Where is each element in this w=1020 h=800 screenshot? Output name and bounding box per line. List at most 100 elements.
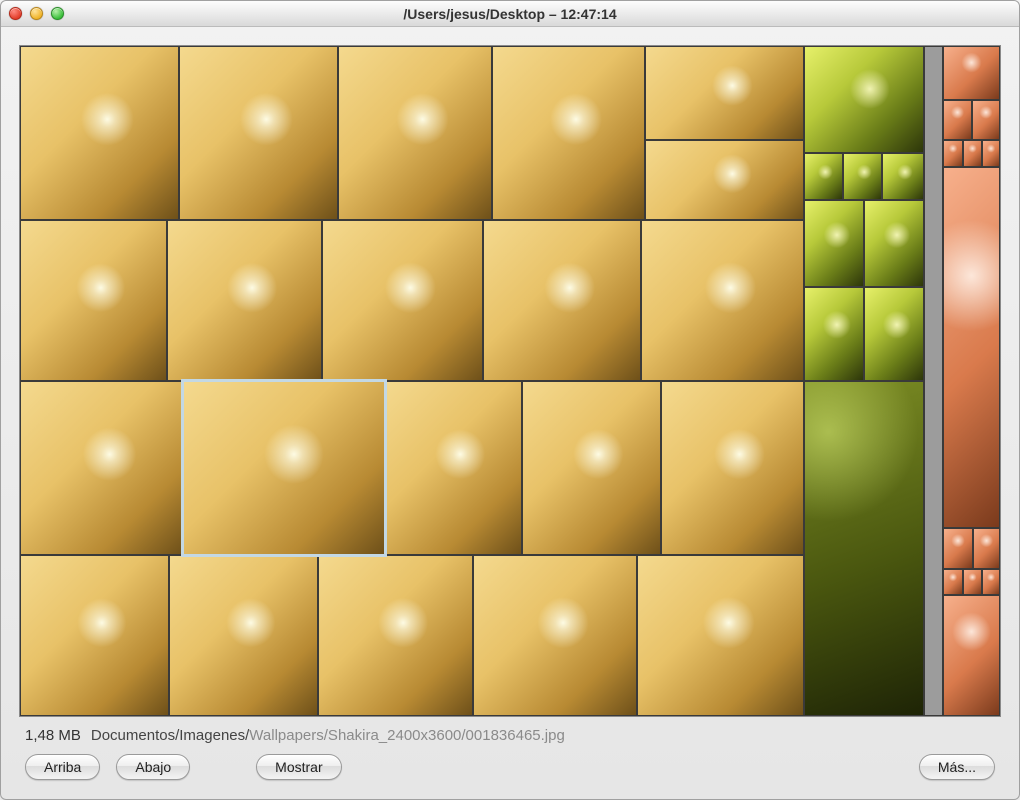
block-fill [805,382,923,715]
treemap-block[interactable] [943,595,1000,716]
treemap-block[interactable] [943,100,971,140]
status-bar: 1,48 MB Documentos/Imagenes/Wallpapers/S… [19,717,1001,750]
more-button[interactable]: Más... [919,754,995,780]
block-fill [323,221,482,380]
treemap-block[interactable] [645,46,804,140]
block-fill [386,382,521,554]
treemap-block[interactable] [522,381,661,555]
treemap-block[interactable] [20,46,179,220]
treemap-block[interactable] [943,140,963,167]
block-fill [973,101,999,139]
treemap-block[interactable] [943,569,963,596]
treemap-block[interactable] [385,381,522,555]
treemap-block[interactable] [973,528,1000,568]
treemap-block[interactable] [982,140,1000,167]
treemap-block[interactable] [804,153,843,200]
treemap-block[interactable] [804,287,864,381]
window-controls [9,7,64,20]
treemap-block[interactable] [318,555,473,716]
block-fill [974,529,999,567]
treemap-block[interactable] [963,569,983,596]
treemap-block[interactable] [804,381,924,716]
treemap-block[interactable] [804,200,864,287]
treemap-block[interactable] [882,153,923,200]
block-fill [21,221,166,380]
block-fill [925,47,943,715]
treemap-block[interactable] [645,140,804,220]
treemap-block[interactable] [179,46,338,220]
block-fill [168,221,321,380]
block-fill [944,168,999,528]
block-fill [180,47,337,219]
block-fill [865,288,923,380]
block-fill [944,47,999,99]
block-fill [493,47,644,219]
block-fill [484,221,641,380]
block-fill [805,154,842,199]
block-fill [184,382,384,554]
block-fill [964,141,982,166]
block-fill [883,154,922,199]
treemap-block[interactable] [864,287,924,381]
treemap-block[interactable] [20,381,183,555]
treemap-block[interactable] [20,220,167,381]
treemap-block[interactable] [492,46,645,220]
down-button[interactable]: Abajo [116,754,190,780]
treemap-block[interactable] [943,167,1000,529]
treemap-block[interactable] [804,46,924,153]
block-fill [964,570,982,595]
block-fill [319,556,472,715]
block-fill [642,221,803,380]
block-fill [865,201,923,286]
block-fill [474,556,637,715]
treemap-block[interactable] [338,46,493,220]
treemap-block[interactable] [20,555,169,716]
treemap-block[interactable] [169,555,318,716]
block-fill [805,201,863,286]
block-fill [339,47,492,219]
treemap-block[interactable] [924,46,944,716]
path-dim: Wallpapers/Shakira_2400x3600/001836465.j… [249,727,565,744]
block-fill [944,101,970,139]
treemap-block[interactable] [843,153,882,200]
block-fill [662,382,803,554]
show-button[interactable]: Mostrar [256,754,341,780]
app-window: /Users/jesus/Desktop – 12:47:14 1,48 MB … [0,0,1020,800]
treemap-block[interactable] [943,46,1000,100]
zoom-icon[interactable] [51,7,64,20]
close-icon[interactable] [9,7,22,20]
treemap-block[interactable] [167,220,322,381]
block-fill [944,141,962,166]
treemap-view[interactable] [19,45,1001,717]
block-fill [944,570,962,595]
block-fill [523,382,660,554]
treemap-block[interactable] [963,140,983,167]
block-fill [646,141,803,219]
minimize-icon[interactable] [30,7,43,20]
treemap-block[interactable] [483,220,642,381]
treemap-block[interactable] [183,381,385,555]
block-fill [944,529,971,567]
treemap-block[interactable] [637,555,804,716]
treemap-block[interactable] [641,220,804,381]
treemap-block[interactable] [661,381,804,555]
block-fill [983,141,999,166]
button-bar: Arriba Abajo Mostrar Más... [19,750,1001,784]
selected-size: 1,48 MB [25,727,81,744]
treemap-block[interactable] [982,569,1000,596]
treemap-block[interactable] [322,220,483,381]
treemap-block[interactable] [864,200,924,287]
block-fill [646,47,803,139]
treemap-block[interactable] [473,555,638,716]
titlebar[interactable]: /Users/jesus/Desktop – 12:47:14 [1,1,1019,27]
block-fill [170,556,317,715]
block-fill [805,47,923,152]
block-fill [805,288,863,380]
up-button[interactable]: Arriba [25,754,100,780]
path-plain: Documentos/Imagenes/ [91,727,249,744]
block-fill [638,556,803,715]
treemap-block[interactable] [943,528,972,568]
block-fill [944,596,999,715]
selected-path: Documentos/Imagenes/Wallpapers/Shakira_2… [91,727,565,744]
treemap-block[interactable] [972,100,1000,140]
